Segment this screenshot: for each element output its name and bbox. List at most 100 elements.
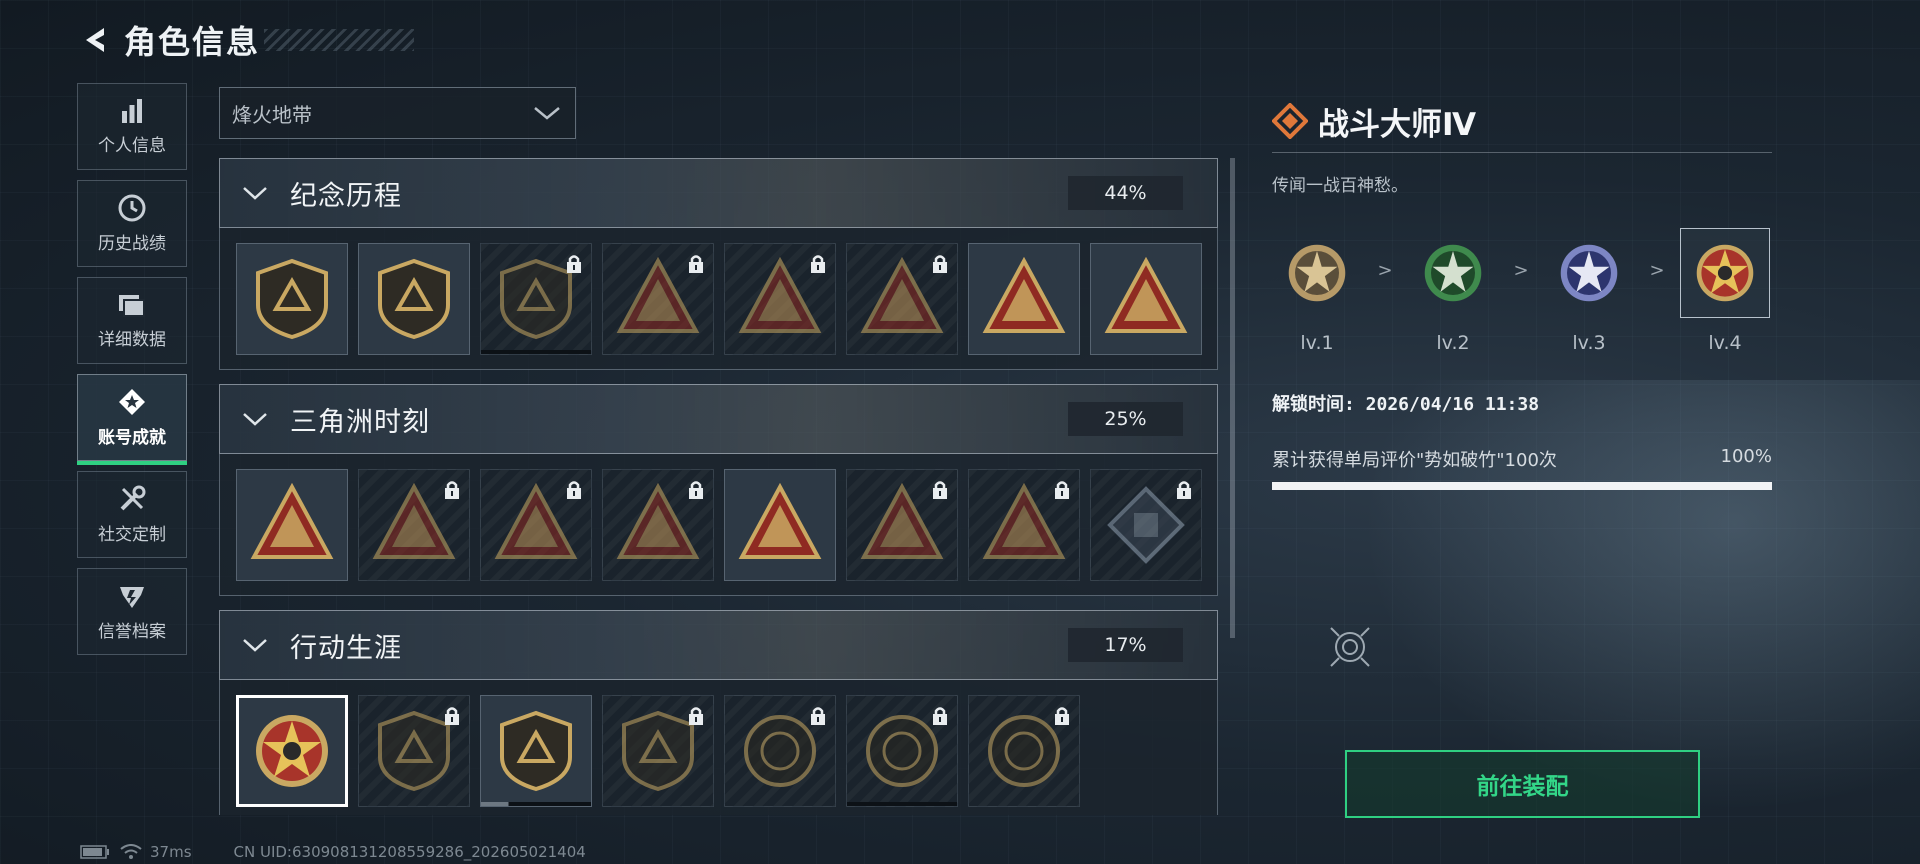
condition-percent: 100%: [1720, 446, 1772, 467]
lock-icon: [931, 480, 949, 500]
bar-chart-icon: [122, 99, 142, 123]
level-label: lv.3: [1572, 332, 1606, 354]
badge-slot[interactable]: [236, 468, 348, 581]
lock-icon: [687, 706, 705, 726]
lock-icon: [443, 706, 461, 726]
badge-slot[interactable]: [846, 242, 958, 355]
badge-slot[interactable]: [602, 694, 714, 807]
badge-slot[interactable]: [480, 242, 592, 355]
level-4-badge-icon: [1696, 244, 1754, 302]
badge-slot[interactable]: [602, 242, 714, 355]
level-1[interactable]: lv.1: [1272, 228, 1362, 354]
badge-slot[interactable]: [846, 468, 958, 581]
badge-slot[interactable]: [1090, 468, 1202, 581]
level-icon-container: [1680, 228, 1770, 318]
level-1-badge-icon: [1288, 244, 1346, 302]
sections-scrollbar[interactable]: [1230, 158, 1235, 638]
level-icon-container: [1272, 228, 1362, 318]
section-delta-moments: 三角洲时刻 25%: [219, 384, 1218, 596]
achievement-sections: 纪念历程 44% 三角洲时刻 25% 行动生涯 17%: [219, 158, 1218, 815]
sidebar-item-label: 详细数据: [98, 330, 166, 350]
section-header[interactable]: 三角洲时刻 25%: [219, 384, 1218, 454]
page-title: 角色信息: [124, 23, 261, 61]
sidebar-item-reputation[interactable]: 信誉档案: [77, 568, 187, 655]
badge-slot[interactable]: [602, 468, 714, 581]
badge-slot[interactable]: [358, 242, 470, 355]
lock-icon: [1053, 706, 1071, 726]
triangle-badge-icon: [1106, 258, 1186, 333]
lock-icon: [565, 480, 583, 500]
user-uid: CN UID:630908131208559286_202605021404: [233, 843, 586, 861]
level-icon-container: [1408, 228, 1498, 318]
level-3[interactable]: lv.3: [1544, 228, 1634, 354]
section-title: 三角洲时刻: [290, 406, 430, 438]
sidebar-item-achievements[interactable]: 账号成就: [77, 374, 187, 465]
achievement-detail: 战斗大师Ⅳ 传闻一战百神愁。 lv.1 > lv.2 > lv.3 > lv.4…: [1272, 98, 1772, 490]
detail-header: 战斗大师Ⅳ: [1272, 98, 1772, 144]
lock-icon: [1175, 480, 1193, 500]
level-4[interactable]: lv.4: [1680, 228, 1770, 354]
badge-slot[interactable]: [480, 468, 592, 581]
badge-slot[interactable]: [358, 468, 470, 581]
back-button[interactable]: [78, 22, 114, 58]
sidebar-item-label: 历史战绩: [98, 234, 166, 254]
mode-select[interactable]: 烽火地带: [219, 87, 576, 139]
condition-progress-fill: [1272, 482, 1772, 490]
badge-slot[interactable]: [968, 694, 1080, 807]
badge-slot[interactable]: [846, 694, 958, 807]
lock-icon: [931, 254, 949, 274]
badge-row: [219, 680, 1218, 815]
triangle-badge-icon: [984, 258, 1064, 333]
achievement-diamond-icon: [1272, 103, 1308, 139]
badge-slot[interactable]: [724, 242, 836, 355]
section-header[interactable]: 纪念历程 44%: [219, 158, 1218, 228]
badge-slot[interactable]: [968, 242, 1080, 355]
chevron-down-icon: [243, 187, 267, 200]
sidebar-item-label: 账号成就: [98, 428, 166, 448]
triangle-badge-icon: [740, 484, 820, 559]
unlock-time: 解锁时间: 2026/04/16 11:38: [1272, 394, 1540, 415]
lock-icon: [809, 706, 827, 726]
sidebar-item-history[interactable]: 历史战绩: [77, 180, 187, 267]
badge-slot[interactable]: [968, 468, 1080, 581]
badge-slot[interactable]: [358, 694, 470, 807]
chevron-down-icon: [243, 413, 267, 426]
section-header[interactable]: 行动生涯 17%: [219, 610, 1218, 680]
section-percent: 25%: [1068, 402, 1183, 436]
battery-icon: [80, 845, 109, 859]
chevron-down-icon: [534, 107, 560, 120]
lock-icon: [565, 254, 583, 274]
status-bar: 37ms CN UID:630908131208559286_202605021…: [80, 843, 586, 861]
crosshair-icon[interactable]: [1325, 622, 1375, 672]
level-arrow: >: [1513, 260, 1529, 281]
badge-slot-selected[interactable]: [236, 694, 348, 807]
section-percent: 44%: [1068, 176, 1183, 210]
triangle-badge-icon: [252, 484, 332, 559]
clock-icon: [118, 194, 146, 222]
sidebar-item-personal-info[interactable]: 个人信息: [77, 83, 187, 170]
folder-icon: [119, 295, 145, 317]
sidebar-item-detailed-data[interactable]: 详细数据: [77, 277, 187, 364]
equip-button[interactable]: 前往装配: [1345, 750, 1700, 818]
detail-description: 传闻一战百神愁。: [1272, 176, 1408, 196]
helicopter-badge-icon: [378, 258, 450, 339]
level-track: lv.1 > lv.2 > lv.3 > lv.4: [1272, 228, 1772, 354]
shield-badge-icon: [500, 710, 572, 791]
badge-slot[interactable]: [724, 694, 836, 807]
badge-slot[interactable]: [724, 468, 836, 581]
wifi-icon: [120, 844, 142, 859]
achievement-icon: [119, 389, 145, 415]
chevron-down-icon: [243, 639, 267, 652]
lock-icon: [687, 480, 705, 500]
badge-slot[interactable]: [480, 694, 592, 807]
badge-slot[interactable]: [236, 242, 348, 355]
level-label: lv.4: [1708, 332, 1742, 354]
back-arrow-icon: [86, 28, 104, 52]
level-3-badge-icon: [1560, 244, 1618, 302]
section-title: 纪念历程: [290, 180, 402, 212]
level-2[interactable]: lv.2: [1408, 228, 1498, 354]
badge-slot[interactable]: [1090, 242, 1202, 355]
sidebar-item-social[interactable]: 社交定制: [77, 471, 187, 558]
condition-text: 累计获得单局评价"势如破竹"100次: [1272, 450, 1557, 471]
reputation-icon: [120, 587, 144, 608]
